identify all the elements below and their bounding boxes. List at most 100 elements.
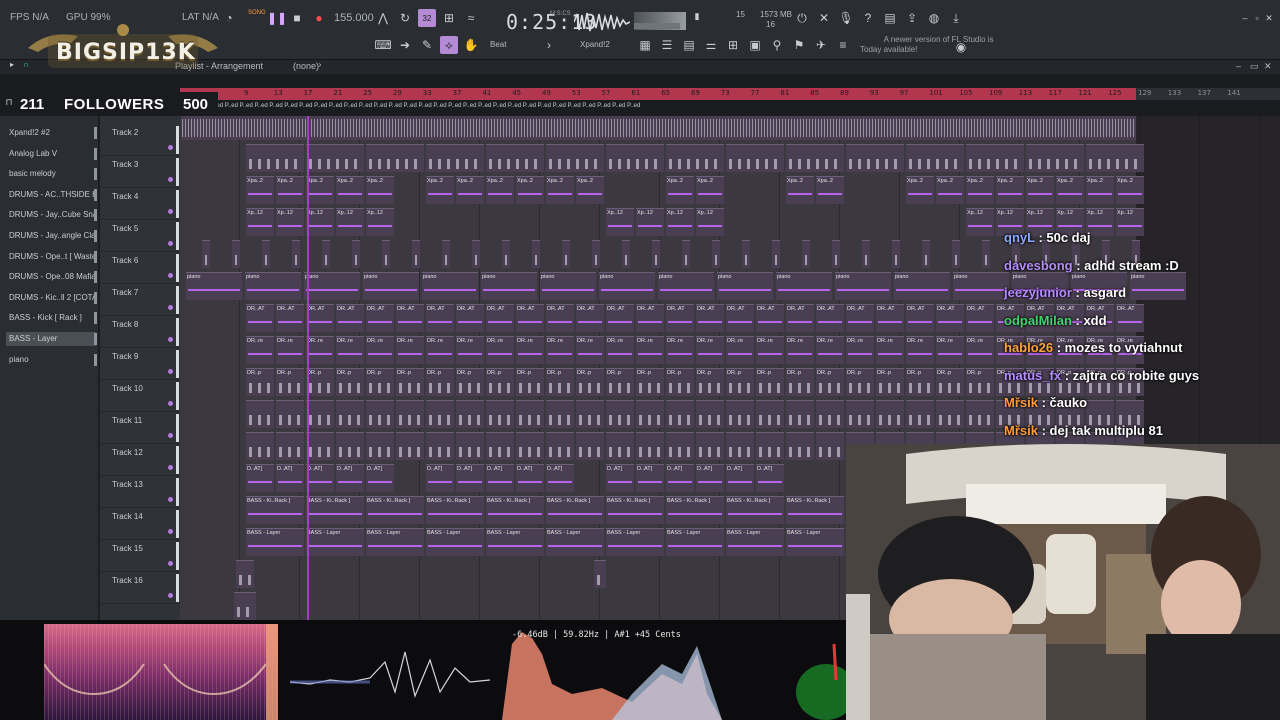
pattern-clip[interactable]: DR..AT [966,304,994,332]
pattern-clip[interactable]: piano [894,272,950,300]
pattern-clip[interactable] [892,240,900,268]
pattern-clip[interactable]: piano [245,272,301,300]
channel-item[interactable]: DRUMS - Kic..ll 2 [COTAT [6,291,96,305]
pattern-clip[interactable]: BASS - Layer [426,528,484,556]
power-icon[interactable]: ⏻ [793,9,811,27]
pattern-clip[interactable]: piano [186,272,242,300]
pattern-clip[interactable]: DR..p [246,368,274,396]
playlist-minimize-icon[interactable]: – [1236,61,1241,71]
pattern-clip[interactable] [906,144,964,172]
pattern-clip[interactable]: D..AT] [666,464,694,492]
pattern-clip[interactable]: Xpa..2 [246,176,274,204]
pattern-clip[interactable]: DR..p [366,368,394,396]
pattern-clip[interactable] [802,240,810,268]
pattern-clip[interactable]: Xpa..2 [456,176,484,204]
pattern-clip[interactable]: BASS - Layer [786,528,844,556]
pattern-clip[interactable]: DR..p [726,368,754,396]
pattern-clip[interactable] [236,560,254,588]
help-icon[interactable]: ? [859,9,877,27]
pattern-clip[interactable]: piano [835,272,891,300]
pattern-clip[interactable]: Xpa..2 [486,176,514,204]
keyboard-icon[interactable]: ⌨ [374,36,392,54]
pattern-clip[interactable]: DR..re [606,336,634,364]
track-mute-led[interactable] [168,561,173,566]
pattern-clip[interactable]: DR..p [606,368,634,396]
pattern-clip[interactable] [832,240,840,268]
pattern-clip[interactable]: BASS - Layer [606,528,664,556]
pattern-clip[interactable] [622,240,630,268]
pattern-clip[interactable] [652,240,660,268]
browser-icon[interactable]: ⊞ [724,36,742,54]
pattern-clip[interactable] [352,240,360,268]
pattern-clip[interactable]: Xpa..2 [786,176,814,204]
pattern-clip[interactable]: DR..re [726,336,754,364]
pattern-clip[interactable]: BASS - Layer [486,528,544,556]
pattern-clip[interactable] [666,400,694,428]
pattern-clip[interactable] [816,400,844,428]
pattern-clip[interactable]: BASS - Ki..Rack ] [666,496,724,524]
pattern-clip[interactable] [234,592,256,620]
track-header[interactable]: Track 5 [100,220,180,252]
pattern-clip[interactable] [846,144,904,172]
tempo-display[interactable]: 155.000 [334,12,374,24]
pattern-clip[interactable] [486,400,514,428]
save-icon[interactable]: ▤ [881,9,899,27]
pattern-clip[interactable]: DR..p [546,368,574,396]
pattern-clip[interactable]: DR..AT [576,304,604,332]
pattern-clip[interactable]: D..AT] [426,464,454,492]
pattern-clip[interactable]: Xpa..2 [366,176,394,204]
paint-tool-icon[interactable]: ⟡ [440,36,458,54]
pattern-clip[interactable]: DR..re [846,336,874,364]
pattern-clip[interactable] [786,144,844,172]
track-mute-led[interactable] [168,529,173,534]
pattern-clip[interactable] [726,144,784,172]
track-header[interactable]: Track 6 [100,252,180,284]
pattern-clip[interactable] [1026,144,1084,172]
pattern-clip[interactable]: DR..p [276,368,304,396]
pattern-clip[interactable]: Xpa..2 [1026,176,1054,204]
pattern-clip[interactable]: DR..re [636,336,664,364]
pattern-clip[interactable]: Xpa..2 [546,176,574,204]
pattern-clip[interactable] [472,240,480,268]
pattern-clip[interactable]: DR..AT [426,304,454,332]
pattern-clip[interactable]: DR..AT [396,304,424,332]
pattern-clip[interactable]: piano [658,272,714,300]
pattern-clip[interactable]: DR..AT [276,304,304,332]
channel-item[interactable]: Analog Lab V [6,147,96,161]
channel-item[interactable]: piano [6,353,96,367]
close-icon[interactable]: ✕ [1260,9,1278,27]
pattern-clip[interactable]: BASS - Ki..Rack ] [726,496,784,524]
pattern-clip[interactable]: DR..AT [726,304,754,332]
pattern-clip[interactable]: DR..re [696,336,724,364]
pattern-clip[interactable]: piano [953,272,1009,300]
pattern-clip[interactable]: BASS - Ki..Rack ] [546,496,604,524]
pattern-clip[interactable] [816,432,844,460]
track-header[interactable]: Track 7 [100,284,180,316]
pattern-clip[interactable]: DR..re [786,336,814,364]
pattern-clip[interactable] [696,400,724,428]
pattern-clip[interactable]: piano [540,272,596,300]
pattern-clip[interactable]: piano [304,272,360,300]
pattern-clip[interactable]: D..AT] [276,464,304,492]
timeline-ruler[interactable]: 9 13 17 21 25 29 33 37 41 45 49 53 57 61 65 69 73 77 81 85 8… [180,88,1280,100]
pattern-clip[interactable]: Xp..12 [276,208,304,236]
channel-item[interactable]: DRUMS - Jay..Cube Snare [6,208,96,222]
pattern-clip[interactable] [726,400,754,428]
pattern-clip[interactable] [966,400,994,428]
pattern-clip[interactable] [576,400,604,428]
pattern-clip[interactable]: BASS - Ki..Rack ] [786,496,844,524]
pattern-clip[interactable]: DR..p [396,368,424,396]
pattern-clip[interactable]: Xpa..2 [816,176,844,204]
chat-icon[interactable]: ◍ [925,9,943,27]
pattern-clip[interactable] [456,432,484,460]
playhead-marker[interactable] [307,116,309,620]
pattern-clip[interactable]: D..AT] [726,464,754,492]
track-header[interactable]: Track 14 [100,508,180,540]
pattern-clip[interactable]: DR..AT [486,304,514,332]
pattern-clip[interactable]: DR..AT [756,304,784,332]
pattern-clip[interactable]: DR..p [336,368,364,396]
track-header[interactable]: Track 12 [100,444,180,476]
pattern-clip[interactable]: DR..p [756,368,784,396]
menu-arrow-icon[interactable]: ▸ [6,58,18,70]
track-mute-led[interactable] [168,433,173,438]
